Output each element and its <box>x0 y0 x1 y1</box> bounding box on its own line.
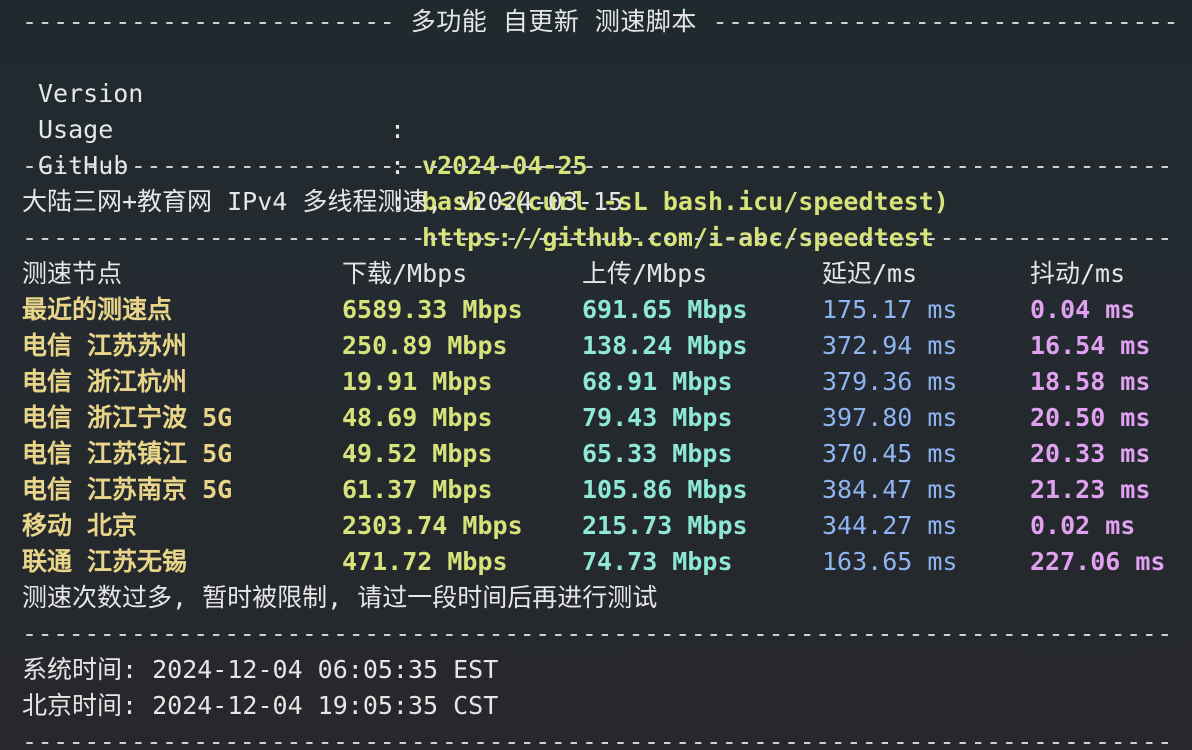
banner-github-line: GitHub : https://github.com/i-abc/speedt… <box>22 112 1182 252</box>
node-name: 联通 江苏无锡 <box>22 547 188 576</box>
latency-value: 384.47 ms <box>822 475 958 504</box>
latency-value: 163.65 ms <box>822 547 958 576</box>
upload-value: 105.86 Mbps <box>582 475 748 504</box>
separator-line: ----------------------------------------… <box>22 727 1173 750</box>
upload-value: 65.33 Mbps <box>582 439 733 468</box>
separator-line: ----------------------------------------… <box>22 223 1173 252</box>
jitter-value: 18.58 ms <box>1030 367 1151 396</box>
upload-value: 215.73 Mbps <box>582 511 748 540</box>
table-header: 测速节点 下载/Mbps 上传/Mbps 延迟/ms 抖动/ms <box>22 256 1182 292</box>
table-row: 电信 浙江宁波 5G 48.69 Mbps 79.43 Mbps 397.80 … <box>22 400 1182 436</box>
node-name: 电信 江苏南京 5G <box>22 475 233 504</box>
latency-value: 397.80 ms <box>822 403 958 432</box>
node-name: 最近的测速点 <box>22 295 173 324</box>
node-name: 电信 江苏镇江 5G <box>22 439 233 468</box>
jitter-value: 16.54 ms <box>1030 331 1151 360</box>
node-name: 电信 浙江宁波 5G <box>22 403 233 432</box>
jitter-value: 0.04 ms <box>1030 295 1136 324</box>
latency-value: 379.36 ms <box>822 367 958 396</box>
download-value: 49.52 Mbps <box>342 439 493 468</box>
system-time: 系统时间: 2024-12-04 06:05:35 EST <box>22 655 499 684</box>
latency-value: 344.27 ms <box>822 511 958 540</box>
jitter-value: 0.02 ms <box>1030 511 1136 540</box>
download-value: 471.72 Mbps <box>342 547 508 576</box>
table-row: 电信 江苏苏州 250.89 Mbps 138.24 Mbps 372.94 m… <box>22 328 1182 364</box>
jitter-value: 21.23 ms <box>1030 475 1151 504</box>
download-value: 6589.33 Mbps <box>342 295 523 324</box>
latency-value: 175.17 ms <box>822 295 958 324</box>
table-row: 移动 北京 2303.74 Mbps 215.73 Mbps 344.27 ms… <box>22 508 1182 544</box>
section-title: 大陆三网+教育网 IPv4 多线程测速, v2024-03-15 <box>22 187 624 216</box>
beijing-time: 北京时间: 2024-12-04 19:05:35 CST <box>22 691 499 720</box>
upload-value: 691.65 Mbps <box>582 295 748 324</box>
upload-value: 138.24 Mbps <box>582 331 748 360</box>
node-name: 电信 浙江杭州 <box>22 367 188 396</box>
table-row: 联通 江苏无锡 471.72 Mbps 74.73 Mbps 163.65 ms… <box>22 544 1182 580</box>
separator-line: ----------------------------------------… <box>22 151 1173 180</box>
header-upload: 上传/Mbps <box>582 259 708 288</box>
rate-limit-notice: 测速次数过多, 暂时被限制, 请过一段时间后再进行测试 <box>22 583 658 612</box>
upload-value: 74.73 Mbps <box>582 547 733 576</box>
table-row: 电信 江苏镇江 5G 49.52 Mbps 65.33 Mbps 370.45 … <box>22 436 1182 472</box>
download-value: 19.91 Mbps <box>342 367 493 396</box>
upload-value: 68.91 Mbps <box>582 367 733 396</box>
jitter-value: 20.33 ms <box>1030 439 1151 468</box>
terminal-output[interactable]: ------------------------ 多功能 自更新 测速脚本 --… <box>22 4 1182 750</box>
banner-separator: ------------------------ 多功能 自更新 测速脚本 --… <box>22 7 1182 36</box>
node-name: 电信 江苏苏州 <box>22 331 188 360</box>
node-name: 移动 北京 <box>22 511 138 540</box>
jitter-value: 20.50 ms <box>1030 403 1151 432</box>
banner-title: 多功能 自更新 测速脚本 <box>410 7 697 36</box>
table-row: 电信 江苏南京 5G 61.37 Mbps 105.86 Mbps 384.47… <box>22 472 1182 508</box>
latency-value: 370.45 ms <box>822 439 958 468</box>
upload-value: 79.43 Mbps <box>582 403 733 432</box>
banner-version-line: Version : v2024-04-25 <box>22 40 1182 180</box>
download-value: 48.69 Mbps <box>342 403 493 432</box>
banner-usage-line: Usage : bash <(curl -sL bash.icu/speedte… <box>22 76 1182 216</box>
header-node: 测速节点 <box>22 259 123 288</box>
download-value: 61.37 Mbps <box>342 475 493 504</box>
header-download: 下载/Mbps <box>342 259 468 288</box>
download-value: 250.89 Mbps <box>342 331 508 360</box>
latency-value: 372.94 ms <box>822 331 958 360</box>
separator-line: ----------------------------------------… <box>22 619 1173 648</box>
jitter-value: 227.06 ms <box>1030 547 1166 576</box>
header-jitter: 抖动/ms <box>1030 259 1126 288</box>
download-value: 2303.74 Mbps <box>342 511 523 540</box>
header-latency: 延迟/ms <box>822 259 918 288</box>
table-row: 最近的测速点 6589.33 Mbps 691.65 Mbps 175.17 m… <box>22 292 1182 328</box>
table-row: 电信 浙江杭州 19.91 Mbps 68.91 Mbps 379.36 ms … <box>22 364 1182 400</box>
